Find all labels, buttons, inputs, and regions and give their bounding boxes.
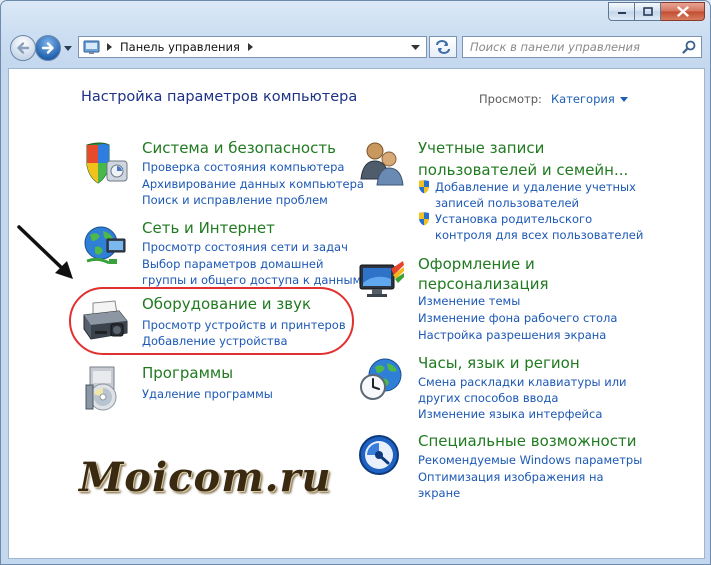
category-title-ease-of-access[interactable]: Специальные возможности bbox=[418, 431, 636, 451]
search-box[interactable]: Поиск в панели управления bbox=[462, 36, 702, 58]
address-history-dropdown-icon[interactable] bbox=[411, 44, 420, 50]
search-input[interactable]: Поиск в панели управления bbox=[463, 40, 682, 54]
link-homegroup-options[interactable]: Выбор параметров домашней bbox=[142, 256, 323, 272]
close-button[interactable] bbox=[661, 2, 705, 21]
breadcrumb-separator-icon bbox=[247, 43, 253, 51]
chevron-down-icon bbox=[64, 45, 72, 51]
address-bar[interactable]: Панель управления bbox=[78, 36, 427, 58]
category-title-system-security[interactable]: Система и безопасность bbox=[142, 138, 336, 158]
window-caption-buttons bbox=[608, 2, 705, 21]
link-parental-controls[interactable]: Установка родительского bbox=[435, 211, 592, 227]
link-optimize-display-cont[interactable]: экране bbox=[418, 485, 460, 501]
refresh-icon bbox=[436, 40, 450, 54]
highlight-oval bbox=[69, 287, 354, 355]
category-title-network-internet[interactable]: Сеть и Интернет bbox=[142, 218, 275, 238]
content-pane: Настройка параметров компьютера Просмотр… bbox=[8, 68, 705, 559]
back-button[interactable] bbox=[10, 35, 36, 61]
maximize-icon bbox=[642, 7, 653, 16]
link-recommended-settings[interactable]: Рекомендуемые Windows параметры bbox=[418, 452, 642, 468]
uac-shield-icon bbox=[419, 212, 429, 226]
security-shield-icon bbox=[86, 142, 128, 184]
breadcrumb-separator-icon bbox=[107, 43, 112, 51]
maximize-button[interactable] bbox=[635, 2, 661, 21]
refresh-button[interactable] bbox=[429, 36, 457, 58]
address-path[interactable]: Панель управления bbox=[120, 40, 240, 54]
link-troubleshoot[interactable]: Поиск и исправление проблем bbox=[142, 192, 328, 208]
watermark-logo: Moicom.ru bbox=[79, 454, 332, 501]
link-uninstall-program[interactable]: Удаление программы bbox=[142, 386, 273, 402]
recent-pages-dropdown[interactable] bbox=[63, 35, 73, 61]
control-panel-icon bbox=[83, 40, 100, 54]
category-title-appearance-line2[interactable]: персонализация bbox=[418, 274, 548, 294]
link-change-keyboard[interactable]: Смена раскладки клавиатуры или bbox=[418, 374, 627, 390]
category-title-appearance-line1[interactable]: Оформление и bbox=[418, 254, 535, 274]
link-parental-controls-cont[interactable]: контроля для всех пользователей bbox=[435, 227, 643, 243]
display-personalization-icon bbox=[359, 261, 404, 297]
search-icon[interactable] bbox=[682, 40, 696, 54]
close-icon bbox=[676, 6, 689, 17]
category-title-user-accounts-line1[interactable]: Учетные записи bbox=[418, 138, 544, 158]
back-arrow-icon bbox=[17, 42, 30, 54]
view-by-dropdown[interactable]: Категория bbox=[551, 92, 628, 106]
view-by-value[interactable]: Категория bbox=[551, 92, 615, 106]
link-homegroup-sharing[interactable]: группы и общего доступа к данным bbox=[142, 272, 361, 288]
minimize-button[interactable] bbox=[608, 2, 635, 21]
link-screen-resolution[interactable]: Настройка разрешения экрана bbox=[418, 327, 606, 343]
uac-shield-icon bbox=[419, 180, 429, 194]
link-change-theme[interactable]: Изменение темы bbox=[418, 293, 520, 309]
category-title-clock-language-region[interactable]: Часы, язык и регион bbox=[418, 353, 580, 373]
link-backup-computer[interactable]: Архивирование данных компьютера bbox=[142, 176, 364, 192]
link-network-status[interactable]: Просмотр состояния сети и задач bbox=[142, 239, 348, 255]
link-check-computer-status[interactable]: Проверка состояния компьютера bbox=[142, 159, 344, 175]
link-optimize-display[interactable]: Оптимизация изображения на bbox=[418, 469, 604, 485]
navigation-buttons bbox=[10, 34, 73, 62]
chevron-down-icon bbox=[619, 96, 628, 102]
link-add-remove-accounts[interactable]: Добавление и удаление учетных bbox=[435, 179, 636, 195]
link-change-desktop-background[interactable]: Изменение фона рабочего стола bbox=[418, 310, 617, 326]
page-title: Настройка параметров компьютера bbox=[81, 89, 358, 105]
link-change-display-language[interactable]: Изменение языка интерфейса bbox=[418, 406, 602, 422]
category-title-programs[interactable]: Программы bbox=[142, 363, 233, 383]
accessibility-icon bbox=[359, 435, 399, 475]
link-add-remove-accounts-cont[interactable]: записей пользователей bbox=[435, 195, 579, 211]
control-panel-window: Панель управления Поиск в панели управле… bbox=[0, 0, 711, 565]
minimize-icon bbox=[617, 11, 626, 14]
link-change-keyboard-cont[interactable]: других способов ввода bbox=[418, 390, 558, 406]
users-icon bbox=[360, 142, 404, 186]
clock-globe-icon bbox=[360, 358, 402, 400]
category-title-user-accounts-line2[interactable]: пользователей и семейн... bbox=[418, 160, 628, 180]
network-globe-icon bbox=[84, 226, 126, 265]
programs-disc-icon bbox=[85, 366, 117, 411]
annotation-arrow-icon bbox=[17, 225, 73, 279]
view-by-label: Просмотр: bbox=[479, 92, 542, 106]
forward-button[interactable] bbox=[35, 35, 61, 61]
forward-arrow-icon bbox=[41, 42, 54, 54]
